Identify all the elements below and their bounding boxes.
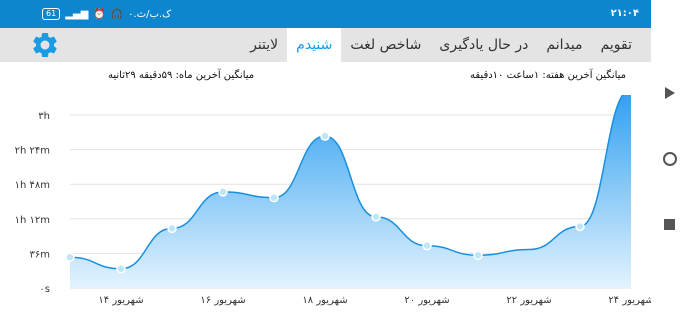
home-circle-icon[interactable] xyxy=(662,151,678,167)
x-tick-label: ۲۲ شهریور xyxy=(506,295,551,306)
x-tick-label: ۱۶ شهریور xyxy=(200,295,245,306)
tab-heard[interactable]: شنیدم xyxy=(287,28,342,62)
data-point xyxy=(422,240,432,251)
tab-calendar[interactable]: تقویم xyxy=(592,28,641,62)
data-point xyxy=(371,212,381,222)
y-tick-label: ۰s xyxy=(39,284,50,295)
series-area xyxy=(70,95,631,288)
battery-icon: 61 xyxy=(42,8,61,20)
week-average: میانگین آخرین هفته: ۱ساعت ۱۰دقیقه xyxy=(470,70,627,81)
status-bar: 61 ▂▄▆ ⏰ 🎧 ک.ب/ث.۰ ۲۱:۰۴ xyxy=(0,0,651,28)
data-point xyxy=(167,223,177,234)
y-tick-label: ۲h ۲۴m xyxy=(15,146,50,157)
headset-icon: 🎧 xyxy=(110,8,124,20)
listening-chart: ۰s ۳۶m ۱h ۱۲m ۱h ۴۸m ۲h ۲۴m ۳h ۱۴ شهریور ۱۶ شهر… xyxy=(15,95,651,306)
tab-known[interactable]: میدانم xyxy=(537,28,591,62)
gear-icon[interactable] xyxy=(30,30,60,60)
recents-square-icon[interactable] xyxy=(664,219,675,230)
x-tick-label: ۲۰ شهریور xyxy=(404,295,449,306)
status-icons: 61 ▂▄▆ ⏰ 🎧 ک.ب/ث.۰ xyxy=(42,8,171,20)
tab-word-index[interactable]: شاخص لغت xyxy=(341,28,430,62)
top-bar: تقویم میدانم در حال یادگیری شاخص لغت شنی… xyxy=(0,28,651,62)
month-average: میانگین آخرین ماه: ۵۹دقیقه ۲۹ثانیه xyxy=(108,70,255,81)
y-tick-label: ۳h xyxy=(38,111,50,122)
x-tick-label: ۱۸ شهریور xyxy=(302,295,347,306)
tab-learning[interactable]: در حال یادگیری xyxy=(430,28,537,62)
alarm-icon: ⏰ xyxy=(93,8,106,20)
x-tick-label: ۲۴ شهریور xyxy=(608,295,651,306)
carrier-text: ک.ب/ث.۰ xyxy=(128,8,172,20)
data-point xyxy=(269,192,279,203)
data-point xyxy=(473,250,483,261)
status-time: ۲۱:۰۴ xyxy=(610,8,639,19)
tab-leitner[interactable]: لایتنر xyxy=(241,28,287,62)
data-point xyxy=(218,187,228,197)
y-tick-label: ۱h ۴۸m xyxy=(15,180,50,191)
data-point xyxy=(575,221,585,232)
x-tick-label: ۱۴ شهریور xyxy=(98,295,143,306)
signal-icon: ▂▄▆ xyxy=(65,8,89,20)
back-triangle-icon[interactable] xyxy=(663,87,675,99)
data-point xyxy=(116,264,126,274)
tab-bar: تقویم میدانم در حال یادگیری شاخص لغت شنی… xyxy=(241,28,641,62)
y-tick-label: ۳۶m xyxy=(30,249,50,260)
data-point xyxy=(320,131,330,141)
y-tick-label: ۱h ۱۲m xyxy=(15,215,50,226)
navigation-bar xyxy=(651,0,690,318)
data-point xyxy=(65,252,75,262)
